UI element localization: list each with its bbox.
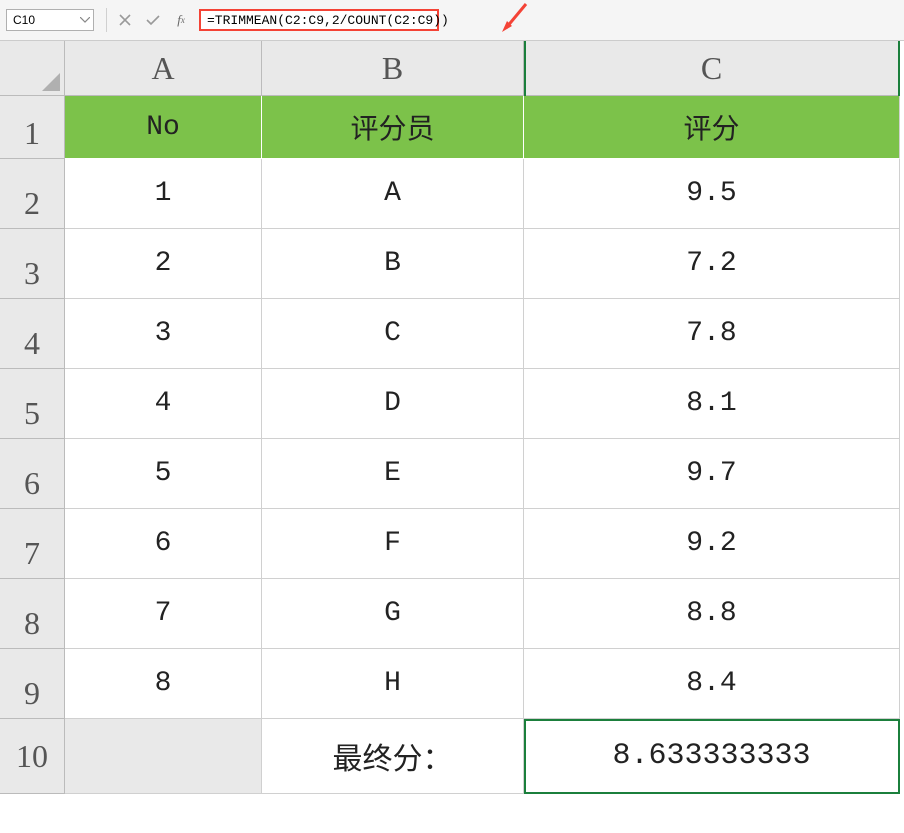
row-header-7[interactable]: 7	[0, 509, 65, 579]
row-header-1[interactable]: 1	[0, 96, 65, 159]
cell-a10[interactable]	[65, 719, 262, 794]
row-header-3[interactable]: 3	[0, 229, 65, 299]
annotation-arrow-icon	[500, 2, 530, 43]
cell-b6[interactable]: E	[262, 439, 524, 509]
cell-b5[interactable]: D	[262, 369, 524, 439]
row-header-8[interactable]: 8	[0, 579, 65, 649]
select-all-corner[interactable]	[0, 41, 65, 96]
col-header-a[interactable]: A	[65, 41, 262, 96]
cell-a6[interactable]: 5	[65, 439, 262, 509]
row-header-6[interactable]: 6	[0, 439, 65, 509]
cell-c7[interactable]: 9.2	[524, 509, 900, 579]
row-header-5[interactable]: 5	[0, 369, 65, 439]
row-header-4[interactable]: 4	[0, 299, 65, 369]
table-row: 3 C 7.8	[65, 299, 900, 369]
cells-area: No 评分员 评分 1 A 9.5 2 B 7.2 3 C 7.8 4 D 8.…	[65, 96, 900, 794]
name-box-value: C10	[13, 13, 35, 27]
cell-c8[interactable]: 8.8	[524, 579, 900, 649]
cell-a3[interactable]: 2	[65, 229, 262, 299]
cell-c2[interactable]: 9.5	[524, 159, 900, 229]
row-header-10[interactable]: 10	[0, 719, 65, 794]
name-box-dropdown-icon[interactable]	[79, 14, 91, 26]
cell-a8[interactable]: 7	[65, 579, 262, 649]
table-row: No 评分员 评分	[65, 96, 900, 159]
cell-c10[interactable]: 8.633333333	[524, 719, 900, 794]
cell-a7[interactable]: 6	[65, 509, 262, 579]
row-header-9[interactable]: 9	[0, 649, 65, 719]
table-row: 最终分： 8.633333333	[65, 719, 900, 794]
table-row: 4 D 8.1	[65, 369, 900, 439]
name-box[interactable]: C10	[6, 9, 94, 31]
formula-bar: C10 fx =TRIMMEAN(C2:C9,2/COUNT(C2:C9))	[0, 0, 904, 41]
cell-b2[interactable]: A	[262, 159, 524, 229]
col-header-b[interactable]: B	[262, 41, 524, 96]
table-row: 2 B 7.2	[65, 229, 900, 299]
column-headers: A B C	[65, 41, 900, 96]
row-headers: 1 2 3 4 5 6 7 8 9 10	[0, 96, 65, 794]
table-row: 1 A 9.5	[65, 159, 900, 229]
cell-a4[interactable]: 3	[65, 299, 262, 369]
cell-b8[interactable]: G	[262, 579, 524, 649]
cell-b1[interactable]: 评分员	[262, 96, 524, 159]
table-row: 7 G 8.8	[65, 579, 900, 649]
cell-a2[interactable]: 1	[65, 159, 262, 229]
cell-b7[interactable]: F	[262, 509, 524, 579]
col-header-c[interactable]: C	[524, 41, 900, 96]
cell-b4[interactable]: C	[262, 299, 524, 369]
cancel-icon[interactable]	[117, 12, 133, 28]
cell-b9[interactable]: H	[262, 649, 524, 719]
cell-a1[interactable]: No	[65, 96, 262, 159]
cell-c4[interactable]: 7.8	[524, 299, 900, 369]
cell-c9[interactable]: 8.4	[524, 649, 900, 719]
cell-c6[interactable]: 9.7	[524, 439, 900, 509]
cell-c3[interactable]: 7.2	[524, 229, 900, 299]
formula-bar-icons: fx	[117, 12, 189, 28]
cell-c1[interactable]: 评分	[524, 96, 900, 159]
table-row: 6 F 9.2	[65, 509, 900, 579]
separator	[106, 8, 107, 32]
cell-a5[interactable]: 4	[65, 369, 262, 439]
cell-c5[interactable]: 8.1	[524, 369, 900, 439]
row-header-2[interactable]: 2	[0, 159, 65, 229]
formula-text: =TRIMMEAN(C2:C9,2/COUNT(C2:C9))	[207, 13, 449, 28]
cell-b10[interactable]: 最终分：	[262, 719, 524, 794]
enter-icon[interactable]	[145, 12, 161, 28]
table-row: 8 H 8.4	[65, 649, 900, 719]
formula-input[interactable]: =TRIMMEAN(C2:C9,2/COUNT(C2:C9))	[199, 9, 439, 31]
cell-b3[interactable]: B	[262, 229, 524, 299]
cell-a9[interactable]: 8	[65, 649, 262, 719]
table-row: 5 E 9.7	[65, 439, 900, 509]
fx-icon[interactable]: fx	[173, 12, 189, 28]
